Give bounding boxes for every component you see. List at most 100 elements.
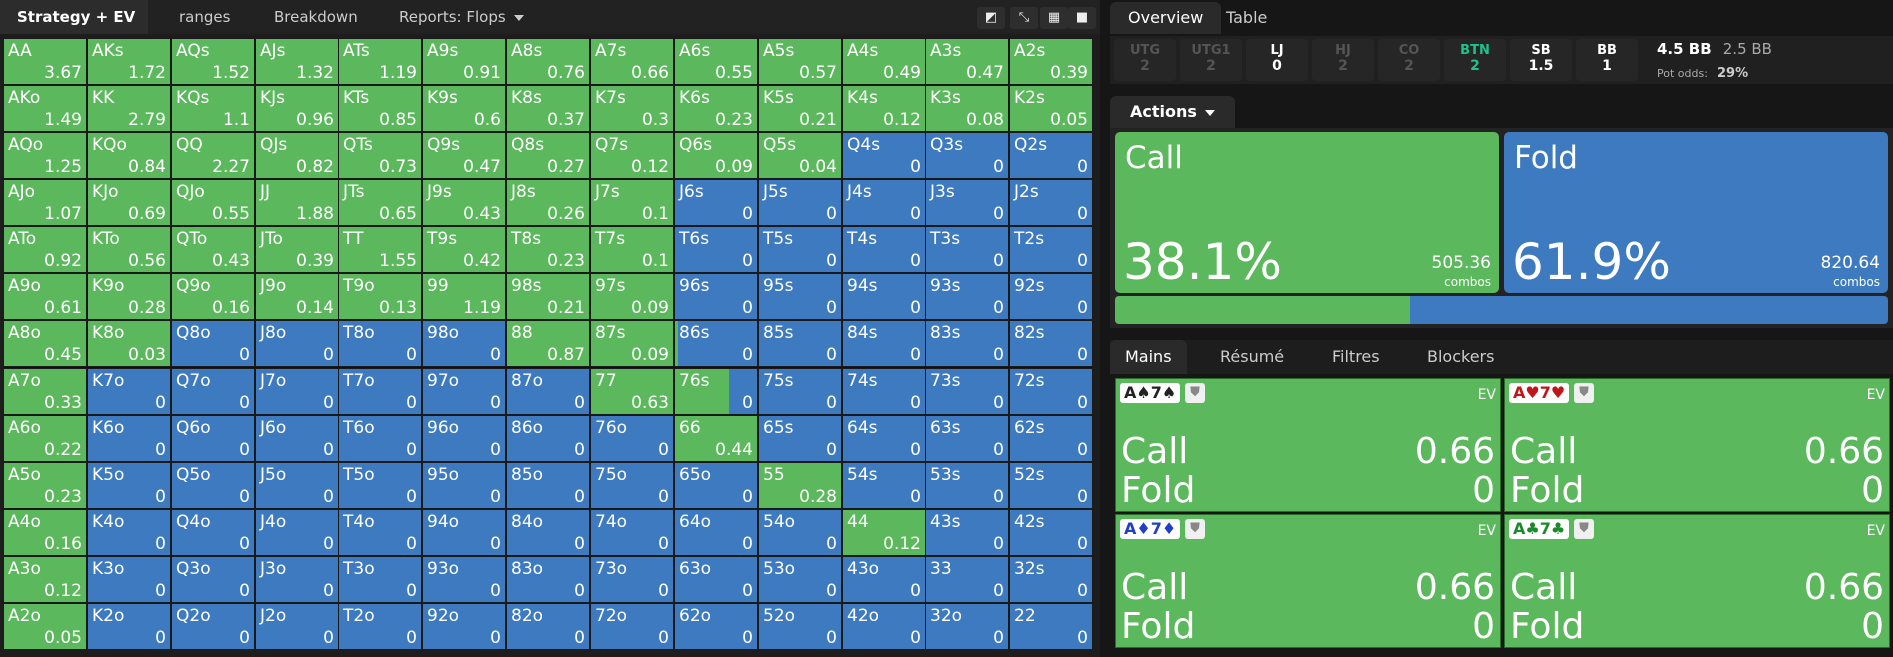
hand-cell-A4o[interactable]: A4o 0.16 [3, 509, 87, 556]
tab-mains[interactable]: Mains [1110, 340, 1187, 374]
position-sb[interactable]: SB 1.5 [1510, 39, 1572, 81]
hand-cell-K2o[interactable]: K2o 0 [87, 603, 171, 650]
hand-cell-A2o[interactable]: A2o 0.05 [3, 603, 87, 650]
hand-cell-64s[interactable]: 64s 0 [842, 415, 926, 462]
hand-cell-QJs[interactable]: QJs 0.82 [255, 132, 339, 179]
hand-cell-32o[interactable]: 32o 0 [925, 603, 1009, 650]
hand-cell-J4s[interactable]: J4s 0 [842, 179, 926, 226]
hand-cell-Q7o[interactable]: Q7o 0 [171, 368, 255, 415]
hand-cell-T2o[interactable]: T2o 0 [338, 603, 422, 650]
grid-view-button[interactable]: ▦ [1040, 7, 1068, 29]
hand-cell-T9s[interactable]: T9s 0.42 [422, 226, 506, 273]
hand-cell-97o[interactable]: 97o 0 [422, 368, 506, 415]
hand-cell-53s[interactable]: 53s 0 [925, 462, 1009, 509]
hand-cell-97s[interactable]: 97s 0.09 [590, 273, 674, 320]
hand-cell-A7s[interactable]: A7s 0.66 [590, 38, 674, 85]
hand-cell-T4s[interactable]: T4s 0 [842, 226, 926, 273]
hand-cell-63s[interactable]: 63s 0 [925, 415, 1009, 462]
hand-cell-A4s[interactable]: A4s 0.49 [842, 38, 926, 85]
hand-cell-K9s[interactable]: K9s 0.6 [422, 85, 506, 132]
tab-breakdown[interactable]: Breakdown [274, 0, 358, 34]
hand-cell-95o[interactable]: 95o 0 [422, 462, 506, 509]
shield-icon[interactable]: ⛊ [1574, 383, 1594, 403]
call-action-card[interactable]: Call 38.1% 505.36 combos [1115, 132, 1499, 293]
hand-cell-76s[interactable]: 76s 0 [674, 368, 758, 415]
hand-cell-K9o[interactable]: K9o 0.28 [87, 273, 171, 320]
hand-cell-AJo[interactable]: AJo 1.07 [3, 179, 87, 226]
hand-cell-94s[interactable]: 94s 0 [842, 273, 926, 320]
hand-cell-64o[interactable]: 64o 0 [674, 509, 758, 556]
hand-cell-J9s[interactable]: J9s 0.43 [422, 179, 506, 226]
hand-cell-J8o[interactable]: J8o 0 [255, 320, 339, 367]
hand-cell-98o[interactable]: 98o 0 [422, 320, 506, 367]
hand-cell-62s[interactable]: 62s 0 [1009, 415, 1093, 462]
hand-cell-KQs[interactable]: KQs 1.1 [171, 85, 255, 132]
hand-cell-Q7s[interactable]: Q7s 0.12 [590, 132, 674, 179]
hand-cell-32s[interactable]: 32s 0 [1009, 556, 1093, 603]
hand-cell-99[interactable]: 99 1.19 [422, 273, 506, 320]
hand-cell-52o[interactable]: 52o 0 [758, 603, 842, 650]
hand-cell-J9o[interactable]: J9o 0.14 [255, 273, 339, 320]
hand-cell-84o[interactable]: 84o 0 [506, 509, 590, 556]
hand-cell-87s[interactable]: 87s 0.09 [590, 320, 674, 367]
hand-cell-T5s[interactable]: T5s 0 [758, 226, 842, 273]
hand-cell-KTo[interactable]: KTo 0.56 [87, 226, 171, 273]
hand-cell-A7o[interactable]: A7o 0.33 [3, 368, 87, 415]
hand-cell-77[interactable]: 77 0.63 [590, 368, 674, 415]
hand-cell-63o[interactable]: 63o 0 [674, 556, 758, 603]
hand-cell-AKs[interactable]: AKs 1.72 [87, 38, 171, 85]
hand-cell-T6o[interactable]: T6o 0 [338, 415, 422, 462]
position-utg[interactable]: UTG 2 [1114, 39, 1176, 81]
hand-cell-96o[interactable]: 96o 0 [422, 415, 506, 462]
tab-filtres[interactable]: Filtres [1317, 340, 1395, 374]
hand-cell-KJo[interactable]: KJo 0.69 [87, 179, 171, 226]
hand-cell-KTs[interactable]: KTs 0.85 [338, 85, 422, 132]
hand-cell-76o[interactable]: 76o 0 [590, 415, 674, 462]
hand-cell-J5o[interactable]: J5o 0 [255, 462, 339, 509]
hand-cell-K6s[interactable]: K6s 0.23 [674, 85, 758, 132]
hand-cell-22[interactable]: 22 0 [1009, 603, 1093, 650]
fold-action-card[interactable]: Fold 61.9% 820.64 combos [1504, 132, 1888, 293]
hand-cell-75s[interactable]: 75s 0 [758, 368, 842, 415]
position-utg1[interactable]: UTG1 2 [1180, 39, 1242, 81]
hand-cell-Q8s[interactable]: Q8s 0.27 [506, 132, 590, 179]
hand-cell-Q4o[interactable]: Q4o 0 [171, 509, 255, 556]
hand-cell-QTo[interactable]: QTo 0.43 [171, 226, 255, 273]
hand-cell-A9o[interactable]: A9o 0.61 [3, 273, 87, 320]
hand-cell-73s[interactable]: 73s 0 [925, 368, 1009, 415]
hand-cell-T4o[interactable]: T4o 0 [338, 509, 422, 556]
tab-resume[interactable]: Résumé [1205, 340, 1299, 374]
hand-cell-K2s[interactable]: K2s 0.05 [1009, 85, 1093, 132]
tab-blockers[interactable]: Blockers [1412, 340, 1509, 374]
hand-cell-J3s[interactable]: J3s 0 [925, 179, 1009, 226]
tab-overview[interactable]: Overview [1110, 2, 1222, 34]
hand-cell-33[interactable]: 33 0 [925, 556, 1009, 603]
hand-cell-K3o[interactable]: K3o 0 [87, 556, 171, 603]
hand-cell-J2o[interactable]: J2o 0 [255, 603, 339, 650]
hand-cell-QQ[interactable]: QQ 2.27 [171, 132, 255, 179]
hand-cell-T9o[interactable]: T9o 0.13 [338, 273, 422, 320]
position-hj[interactable]: HJ 2 [1312, 39, 1374, 81]
hand-cell-42o[interactable]: 42o 0 [842, 603, 926, 650]
hand-cell-K7o[interactable]: K7o 0 [87, 368, 171, 415]
hand-cell-KQo[interactable]: KQo 0.84 [87, 132, 171, 179]
hand-cell-J4o[interactable]: J4o 0 [255, 509, 339, 556]
hand-cell-Q5o[interactable]: Q5o 0 [171, 462, 255, 509]
hand-cell-J8s[interactable]: J8s 0.26 [506, 179, 590, 226]
hand-cell-Q2s[interactable]: Q2s 0 [1009, 132, 1093, 179]
hand-cell-72s[interactable]: 72s 0 [1009, 368, 1093, 415]
hand-cell-K8s[interactable]: K8s 0.37 [506, 85, 590, 132]
position-lj[interactable]: LJ 0 [1246, 39, 1308, 81]
hand-cell-82o[interactable]: 82o 0 [506, 603, 590, 650]
hand-cell-T7o[interactable]: T7o 0 [338, 368, 422, 415]
hand-cell-K5o[interactable]: K5o 0 [87, 462, 171, 509]
hand-cell-86o[interactable]: 86o 0 [506, 415, 590, 462]
hand-cell-TT[interactable]: TT 1.55 [338, 226, 422, 273]
hand-cell-74s[interactable]: 74s 0 [842, 368, 926, 415]
hand-cell-85s[interactable]: 85s 0 [758, 320, 842, 367]
hand-cell-53o[interactable]: 53o 0 [758, 556, 842, 603]
hand-cell-JTo[interactable]: JTo 0.39 [255, 226, 339, 273]
shield-icon[interactable]: ⛊ [1574, 519, 1594, 539]
hand-cell-54o[interactable]: 54o 0 [758, 509, 842, 556]
hand-cell-Q9s[interactable]: Q9s 0.47 [422, 132, 506, 179]
